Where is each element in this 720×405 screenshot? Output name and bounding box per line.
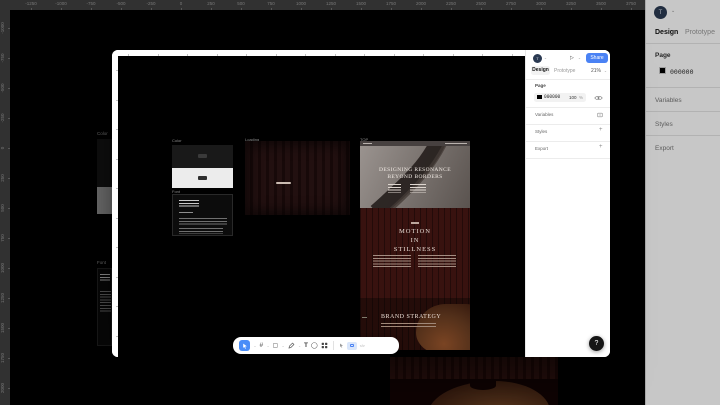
inner-section-export[interactable]: Export	[535, 146, 548, 151]
motion-column-left	[373, 255, 411, 269]
font-paragraph-lines-2	[179, 228, 223, 234]
inner-loading-frame[interactable]	[245, 141, 350, 215]
actions-tool-button[interactable]	[321, 342, 328, 349]
inner-page-color-swatch[interactable]	[537, 94, 542, 100]
hero-title-line2: BEYOND BORDERS	[387, 173, 443, 180]
inner-canvas[interactable]: Color Font Loading TOP DESIGNING RESONAN…	[118, 56, 525, 357]
poster-hero-section: DESIGNING RESONANCE BEYOND BORDERS	[360, 145, 470, 208]
pen-tool-button[interactable]	[288, 342, 295, 349]
motion-word-1: MOTION	[399, 228, 431, 235]
export-add-icon[interactable]: +	[599, 144, 603, 150]
share-button[interactable]: Share	[586, 52, 608, 63]
panel-divider	[526, 158, 610, 159]
inner-page-color-hex[interactable]: 000000	[544, 95, 560, 100]
present-chevron-icon[interactable]: ⌄	[578, 56, 581, 60]
inner-page-label: Page	[535, 83, 546, 88]
pen-tool-chevron-icon[interactable]: ⌄	[298, 344, 301, 348]
text-tool-button[interactable]: T	[304, 342, 308, 349]
inner-color-frame-label[interactable]: Color	[172, 138, 182, 143]
inner-page-color-row[interactable]: 000000 100 %	[534, 92, 586, 102]
present-icon[interactable]: ▷	[570, 55, 574, 61]
motion-word-3: STILLNESS	[393, 246, 437, 253]
motion-word-2: IN	[410, 237, 420, 244]
color-light-chip	[198, 176, 207, 180]
poster-header-right-text	[445, 142, 467, 144]
styles-add-icon[interactable]: +	[599, 127, 603, 133]
hero-caption-left	[388, 183, 401, 193]
panel-divider	[526, 141, 610, 142]
motion-column-right	[418, 255, 456, 269]
brand-title: BRAND STRATEGY	[381, 314, 442, 320]
panel-divider	[526, 79, 610, 80]
variables-icon[interactable]	[597, 112, 603, 118]
inner-avatar[interactable]: T	[533, 54, 542, 63]
poster-header-left-text	[363, 142, 372, 144]
app-window: Color Font -1250 -1000 -750 -500 -250 0 250 500…	[0, 0, 720, 405]
inner-page-opacity[interactable]: 100	[569, 95, 577, 100]
inner-toolbar: ⌄ # ⌄ ▢ ⌄ ⌄ T ◯ </>	[233, 337, 399, 354]
shape-tool-chevron-icon[interactable]: ⌄	[282, 344, 285, 348]
panel-divider	[526, 107, 610, 108]
inner-tab-design-pill[interactable]: Design	[531, 66, 550, 75]
comment-tool-button[interactable]: ◯	[311, 342, 318, 349]
frame-tool-chevron-icon[interactable]: ⌄	[267, 344, 270, 348]
inner-right-panel: T ⌄ ▷ ⌄ Share Design Prototype 21% ⌄ Pag…	[525, 50, 610, 357]
inner-tab-design: Design	[532, 67, 549, 73]
color-dark-chip	[198, 154, 207, 158]
inner-zoom-level[interactable]: 21%	[591, 68, 601, 74]
inner-top-poster[interactable]: DESIGNING RESONANCE BEYOND BORDERS MOTIO…	[360, 141, 470, 350]
frame-tool-button[interactable]: #	[259, 342, 263, 349]
shape-tool-button[interactable]: ▢	[273, 342, 279, 349]
font-caption-lines	[179, 212, 193, 215]
eye-icon[interactable]	[594, 95, 603, 101]
inner-page-opacity-unit: %	[579, 94, 584, 100]
hero-caption-right	[410, 183, 426, 193]
toolbar-divider	[332, 341, 334, 350]
brand-subtext-lines	[381, 323, 436, 328]
move-tool-chevron-icon[interactable]: ⌄	[254, 344, 257, 348]
inner-section-variables[interactable]: Variables	[535, 112, 553, 117]
inner-color-dark-swatch[interactable]	[172, 145, 233, 168]
code-icon[interactable]: </>	[360, 344, 365, 348]
font-paragraph-lines-1	[179, 218, 227, 226]
screenshot-modal[interactable]: Color Font Loading TOP DESIGNING RESONAN…	[112, 50, 610, 357]
inner-color-light-swatch[interactable]	[172, 168, 233, 188]
inner-vertical-ruler	[112, 56, 118, 357]
inner-font-card[interactable]	[172, 194, 233, 236]
move-tool-button[interactable]	[239, 340, 250, 351]
inner-section-styles[interactable]: Styles	[535, 129, 547, 134]
help-button[interactable]: ?	[589, 336, 604, 351]
brand-page-marker	[362, 317, 367, 318]
poster-motion-section: MOTION IN STILLNESS	[360, 208, 470, 298]
hero-title-line1: DESIGNING RESONANCE	[379, 166, 451, 173]
small-cursor-icon[interactable]	[339, 343, 344, 348]
inner-avatar-chevron-icon[interactable]: ⌄	[544, 56, 547, 60]
dev-mode-toggle[interactable]	[346, 341, 357, 350]
panel-divider	[526, 124, 610, 125]
zoom-chevron-icon[interactable]: ⌄	[604, 69, 607, 73]
move-cursor-icon	[242, 343, 247, 349]
dev-mode-icon	[349, 344, 354, 347]
inner-tab-prototype[interactable]: Prototype	[554, 68, 575, 74]
font-specimen-lines	[179, 200, 199, 208]
loading-caption-text	[276, 182, 291, 184]
motion-kicker-text	[411, 222, 419, 224]
